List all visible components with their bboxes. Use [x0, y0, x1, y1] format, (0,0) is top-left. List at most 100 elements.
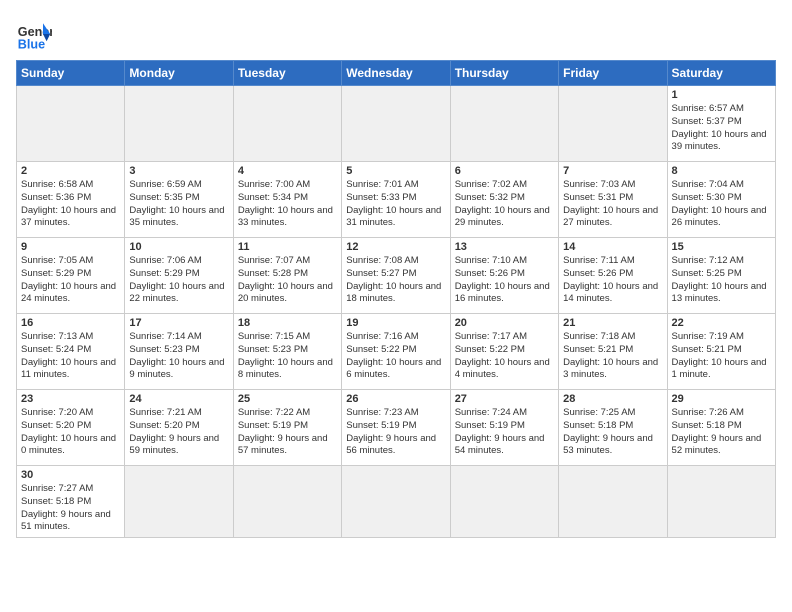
- day-info: Sunrise: 7:26 AM Sunset: 5:18 PM Dayligh…: [672, 407, 771, 458]
- day-cell-2: 2 Sunrise: 6:58 AM Sunset: 5:36 PM Daylig…: [17, 162, 125, 238]
- day-cell-30: 30 Sunrise: 7:27 AM Sunset: 5:18 PM Dayli…: [17, 466, 125, 538]
- day-info: Sunrise: 7:07 AM Sunset: 5:28 PM Dayligh…: [238, 255, 337, 306]
- empty-cell: [559, 86, 667, 162]
- day-number: 24: [129, 393, 228, 405]
- day-info: Sunrise: 7:04 AM Sunset: 5:30 PM Dayligh…: [672, 179, 771, 230]
- day-info: Sunrise: 7:02 AM Sunset: 5:32 PM Dayligh…: [455, 179, 554, 230]
- column-header-monday: Monday: [125, 61, 233, 86]
- day-number: 2: [21, 165, 120, 177]
- day-info: Sunrise: 7:19 AM Sunset: 5:21 PM Dayligh…: [672, 331, 771, 382]
- column-header-wednesday: Wednesday: [342, 61, 450, 86]
- day-info: Sunrise: 6:58 AM Sunset: 5:36 PM Dayligh…: [21, 179, 120, 230]
- day-number: 9: [21, 241, 120, 253]
- day-cell-11: 11Sunrise: 7:07 AM Sunset: 5:28 PM Dayli…: [233, 238, 341, 314]
- day-cell-4: 4 Sunrise: 7:00 AM Sunset: 5:34 PM Daylig…: [233, 162, 341, 238]
- day-info: Sunrise: 7:20 AM Sunset: 5:20 PM Dayligh…: [21, 407, 120, 458]
- empty-cell: [17, 86, 125, 162]
- day-info: Sunrise: 7:00 AM Sunset: 5:34 PM Dayligh…: [238, 179, 337, 230]
- day-info: Sunrise: 7:05 AM Sunset: 5:29 PM Dayligh…: [21, 255, 120, 306]
- day-number: 13: [455, 241, 554, 253]
- column-header-friday: Friday: [559, 61, 667, 86]
- column-header-tuesday: Tuesday: [233, 61, 341, 86]
- day-info: Sunrise: 7:27 AM Sunset: 5:18 PM Dayligh…: [21, 483, 120, 534]
- day-cell-19: 19Sunrise: 7:16 AM Sunset: 5:22 PM Dayli…: [342, 314, 450, 390]
- day-info: Sunrise: 7:16 AM Sunset: 5:22 PM Dayligh…: [346, 331, 445, 382]
- logo: General Blue: [16, 16, 56, 52]
- day-number: 5: [346, 165, 445, 177]
- column-header-thursday: Thursday: [450, 61, 558, 86]
- day-cell-6: 6 Sunrise: 7:02 AM Sunset: 5:32 PM Daylig…: [450, 162, 558, 238]
- day-number: 3: [129, 165, 228, 177]
- day-number: 16: [21, 317, 120, 329]
- empty-cell: [125, 86, 233, 162]
- day-number: 4: [238, 165, 337, 177]
- empty-cell: [233, 86, 341, 162]
- day-info: Sunrise: 7:11 AM Sunset: 5:26 PM Dayligh…: [563, 255, 662, 306]
- empty-cell: [450, 466, 558, 538]
- logo-icon: General Blue: [16, 16, 52, 52]
- day-number: 1: [672, 89, 771, 101]
- day-cell-22: 22 Sunrise: 7:19 AM Sunset: 5:21 PM Dayli…: [667, 314, 775, 390]
- empty-cell: [125, 466, 233, 538]
- day-number: 12: [346, 241, 445, 253]
- day-cell-1: 1 Sunrise: 6:57 AM Sunset: 5:37 PM Daylig…: [667, 86, 775, 162]
- day-cell-16: 16Sunrise: 7:13 AM Sunset: 5:24 PM Dayli…: [17, 314, 125, 390]
- day-number: 30: [21, 469, 120, 481]
- day-info: Sunrise: 7:23 AM Sunset: 5:19 PM Dayligh…: [346, 407, 445, 458]
- svg-text:Blue: Blue: [18, 37, 45, 51]
- day-number: 25: [238, 393, 337, 405]
- day-number: 29: [672, 393, 771, 405]
- day-number: 6: [455, 165, 554, 177]
- day-cell-10: 10Sunrise: 7:06 AM Sunset: 5:29 PM Dayli…: [125, 238, 233, 314]
- day-cell-27: 27 Sunrise: 7:24 AM Sunset: 5:19 PM Dayli…: [450, 390, 558, 466]
- day-cell-12: 12 Sunrise: 7:08 AM Sunset: 5:27 PM Dayli…: [342, 238, 450, 314]
- empty-cell: [667, 466, 775, 538]
- day-info: Sunrise: 7:01 AM Sunset: 5:33 PM Dayligh…: [346, 179, 445, 230]
- day-cell-13: 13Sunrise: 7:10 AM Sunset: 5:26 PM Dayli…: [450, 238, 558, 314]
- empty-cell: [450, 86, 558, 162]
- day-cell-26: 26 Sunrise: 7:23 AM Sunset: 5:19 PM Dayli…: [342, 390, 450, 466]
- day-number: 22: [672, 317, 771, 329]
- day-info: Sunrise: 7:14 AM Sunset: 5:23 PM Dayligh…: [129, 331, 228, 382]
- day-cell-9: 9 Sunrise: 7:05 AM Sunset: 5:29 PM Daylig…: [17, 238, 125, 314]
- day-number: 21: [563, 317, 662, 329]
- day-info: Sunrise: 7:15 AM Sunset: 5:23 PM Dayligh…: [238, 331, 337, 382]
- day-info: Sunrise: 7:12 AM Sunset: 5:25 PM Dayligh…: [672, 255, 771, 306]
- day-cell-7: 7 Sunrise: 7:03 AM Sunset: 5:31 PM Daylig…: [559, 162, 667, 238]
- day-number: 23: [21, 393, 120, 405]
- day-cell-3: 3 Sunrise: 6:59 AM Sunset: 5:35 PM Daylig…: [125, 162, 233, 238]
- day-info: Sunrise: 7:08 AM Sunset: 5:27 PM Dayligh…: [346, 255, 445, 306]
- day-info: Sunrise: 6:59 AM Sunset: 5:35 PM Dayligh…: [129, 179, 228, 230]
- day-info: Sunrise: 7:17 AM Sunset: 5:22 PM Dayligh…: [455, 331, 554, 382]
- day-cell-29: 29 Sunrise: 7:26 AM Sunset: 5:18 PM Dayli…: [667, 390, 775, 466]
- day-number: 15: [672, 241, 771, 253]
- day-info: Sunrise: 7:24 AM Sunset: 5:19 PM Dayligh…: [455, 407, 554, 458]
- day-number: 20: [455, 317, 554, 329]
- day-cell-15: 15 Sunrise: 7:12 AM Sunset: 5:25 PM Dayli…: [667, 238, 775, 314]
- day-info: Sunrise: 7:22 AM Sunset: 5:19 PM Dayligh…: [238, 407, 337, 458]
- day-cell-21: 21Sunrise: 7:18 AM Sunset: 5:21 PM Dayli…: [559, 314, 667, 390]
- day-info: Sunrise: 6:57 AM Sunset: 5:37 PM Dayligh…: [672, 103, 771, 154]
- calendar-table: SundayMondayTuesdayWednesdayThursdayFrid…: [16, 60, 776, 538]
- day-number: 27: [455, 393, 554, 405]
- day-number: 7: [563, 165, 662, 177]
- day-number: 10: [129, 241, 228, 253]
- day-cell-23: 23 Sunrise: 7:20 AM Sunset: 5:20 PM Dayli…: [17, 390, 125, 466]
- day-cell-24: 24 Sunrise: 7:21 AM Sunset: 5:20 PM Dayli…: [125, 390, 233, 466]
- day-number: 14: [563, 241, 662, 253]
- day-number: 8: [672, 165, 771, 177]
- day-cell-17: 17Sunrise: 7:14 AM Sunset: 5:23 PM Dayli…: [125, 314, 233, 390]
- day-cell-14: 14 Sunrise: 7:11 AM Sunset: 5:26 PM Dayli…: [559, 238, 667, 314]
- column-header-saturday: Saturday: [667, 61, 775, 86]
- day-cell-5: 5 Sunrise: 7:01 AM Sunset: 5:33 PM Daylig…: [342, 162, 450, 238]
- empty-cell: [233, 466, 341, 538]
- day-cell-25: 25 Sunrise: 7:22 AM Sunset: 5:19 PM Dayli…: [233, 390, 341, 466]
- day-info: Sunrise: 7:21 AM Sunset: 5:20 PM Dayligh…: [129, 407, 228, 458]
- empty-cell: [342, 466, 450, 538]
- empty-cell: [342, 86, 450, 162]
- day-info: Sunrise: 7:03 AM Sunset: 5:31 PM Dayligh…: [563, 179, 662, 230]
- day-number: 28: [563, 393, 662, 405]
- day-number: 26: [346, 393, 445, 405]
- empty-cell: [559, 466, 667, 538]
- header: General Blue: [16, 16, 776, 52]
